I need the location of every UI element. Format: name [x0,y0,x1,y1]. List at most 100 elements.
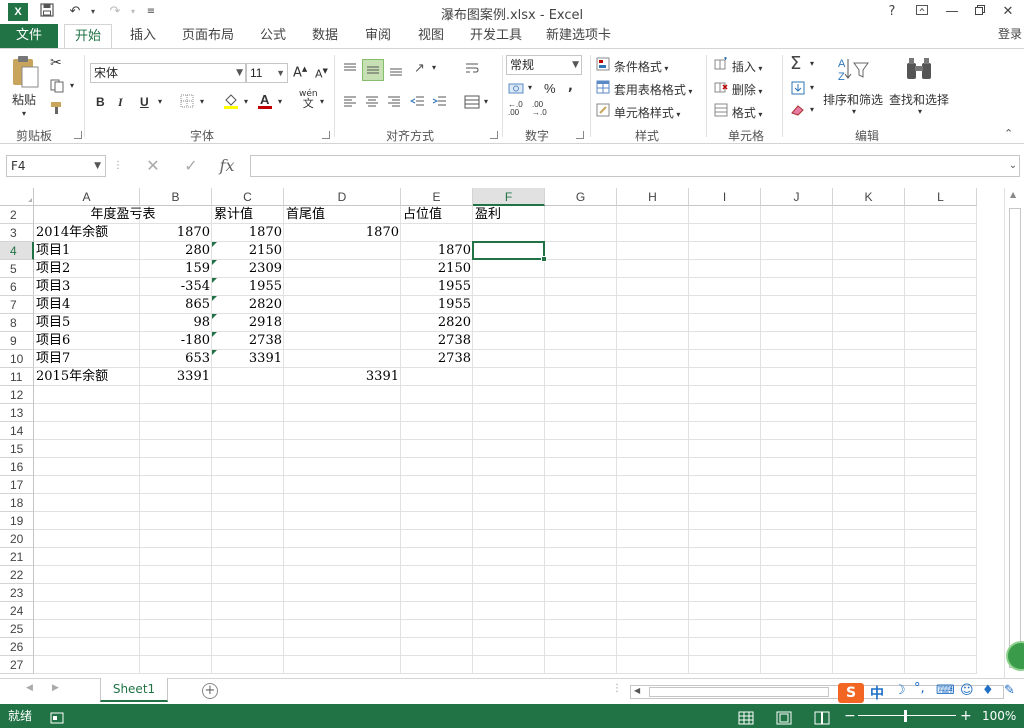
cell-b3[interactable]: 1870 [140,224,212,242]
sort-filter-button[interactable]: 排序和筛选 [823,91,883,108]
format-cells-button[interactable]: 格式 ▾ [714,103,762,121]
increase-decimal-icon[interactable]: ←.0.00 [508,101,523,117]
fill-dropdown-icon[interactable]: ▾ [810,83,814,92]
increase-indent-icon[interactable] [432,95,448,112]
font-color-dropdown-icon[interactable]: ▾ [278,97,282,106]
cell-d3[interactable]: 1870 [284,224,401,242]
align-bottom-icon[interactable] [388,61,404,80]
tab-formulas[interactable]: 公式 [250,24,296,48]
macro-record-icon[interactable] [50,709,64,728]
find-select-dropdown-icon[interactable]: ▾ [918,107,922,116]
cell-c9[interactable]: 2738 [212,332,284,350]
underline-button[interactable]: U [140,95,149,109]
copy-dropdown-icon[interactable]: ▾ [70,81,74,90]
increase-font-icon[interactable]: A▲ [293,65,307,80]
row-header-20[interactable]: 20 [0,530,34,548]
help-button[interactable]: ? [880,2,904,22]
decrease-indent-icon[interactable] [409,95,426,112]
ribbon-display-options-icon[interactable] [910,2,934,22]
prev-sheet-icon[interactable]: ◀ [26,683,33,693]
column-header-k[interactable]: K [833,188,905,206]
cell-b4[interactable]: 280 [140,242,212,260]
font-size-combo[interactable]: 11 ▼ [246,63,288,83]
row-header-4[interactable]: 4 [0,242,34,260]
row-header-10[interactable]: 10 [0,350,34,368]
cut-icon[interactable]: ✂ [50,55,62,71]
cell-b7[interactable]: 865 [140,296,212,314]
cell-c5[interactable]: 2309 [212,260,284,278]
skin-icon[interactable]: ♦ [982,683,994,698]
font-name-combo[interactable]: 宋体 ▼ [90,63,246,83]
cancel-entry-icon[interactable]: ✕ [140,155,166,177]
cell-e9[interactable]: 2738 [401,332,473,350]
alignment-launcher-icon[interactable] [490,131,498,139]
align-middle-icon[interactable] [362,59,384,81]
login-link[interactable]: 登录 [998,24,1022,44]
autosum-icon[interactable]: Σ [790,53,801,74]
sort-filter-dropdown-icon[interactable]: ▾ [852,107,856,116]
row-header-11[interactable]: 11 [0,368,34,386]
row-header-18[interactable]: 18 [0,494,34,512]
name-box[interactable]: F4 ▼ [6,155,106,177]
fill-color-dropdown-icon[interactable]: ▾ [244,97,248,106]
horizontal-scroll-thumb[interactable] [649,687,829,697]
cell-c6[interactable]: 1955 [212,278,284,296]
row-header-16[interactable]: 16 [0,458,34,476]
next-sheet-icon[interactable]: ▶ [52,683,59,693]
paste-icon[interactable] [10,55,44,91]
borders-dropdown-icon[interactable]: ▾ [200,97,204,106]
vertical-scrollbar[interactable]: ▲ [1004,188,1024,678]
row-header-15[interactable]: 15 [0,440,34,458]
format-as-table-button[interactable]: 套用表格格式 ▾ [596,80,692,98]
select-all-corner[interactable] [0,188,34,206]
column-header-i[interactable]: I [689,188,761,206]
row-header-19[interactable]: 19 [0,512,34,530]
cell-styles-button[interactable]: 单元格样式 ▾ [596,103,680,121]
tab-review[interactable]: 审阅 [355,24,401,48]
moon-icon[interactable]: ☽ [894,683,906,698]
cell-d2[interactable]: 首尾值 [284,206,401,224]
cell-c2[interactable]: 累计值 [212,206,284,224]
cell-c3[interactable]: 1870 [212,224,284,242]
cell-c7[interactable]: 2820 [212,296,284,314]
scroll-up-icon[interactable]: ▲ [1010,190,1016,199]
formula-input[interactable] [250,155,1020,177]
cell-b9[interactable]: -180 [140,332,212,350]
italic-button[interactable]: I [118,95,123,110]
active-cell-selection[interactable] [472,241,545,260]
row-header-3[interactable]: 3 [0,224,34,242]
row-header-6[interactable]: 6 [0,278,34,296]
add-sheet-icon[interactable]: + [202,683,218,699]
punctuation-icon[interactable]: °, [914,681,925,696]
user-icon[interactable]: ☺ [960,683,974,698]
orientation-dropdown-icon[interactable]: ▾ [432,63,436,72]
tab-developer[interactable]: 开发工具 [460,24,532,48]
formula-bar-handle-icon[interactable]: ⋮ [112,155,124,177]
restore-icon[interactable] [968,2,992,22]
cell-a9[interactable]: 项目6 [34,332,140,350]
clear-dropdown-icon[interactable]: ▾ [810,105,814,114]
column-header-e[interactable]: E [401,188,473,206]
cell-b10[interactable]: 653 [140,350,212,368]
column-header-j[interactable]: J [761,188,833,206]
zoom-slider-track[interactable] [858,715,956,716]
comma-button[interactable]: , [568,79,573,94]
cell-e10[interactable]: 2738 [401,350,473,368]
row-header-23[interactable]: 23 [0,584,34,602]
column-header-h[interactable]: H [617,188,689,206]
page-layout-view-icon[interactable] [776,709,792,728]
insert-cells-button[interactable]: 插入 ▾ [714,57,762,75]
phonetic-icon[interactable]: wén 文 [299,89,318,109]
zoom-in-icon[interactable]: + [960,704,972,728]
row-header-17[interactable]: 17 [0,476,34,494]
tab-new-tab[interactable]: 新建选项卡 [536,24,621,48]
phonetic-dropdown-icon[interactable]: ▾ [320,97,324,106]
align-top-icon[interactable] [342,61,358,80]
sort-filter-icon[interactable]: AZ [836,55,870,86]
row-header-8[interactable]: 8 [0,314,34,332]
cell-a7[interactable]: 项目4 [34,296,140,314]
cell-f2[interactable]: 盈利 [473,206,545,224]
sheet-tab-sheet1[interactable]: Sheet1 [100,678,168,702]
cell-b5[interactable]: 159 [140,260,212,278]
cell-b6[interactable]: -354 [140,278,212,296]
